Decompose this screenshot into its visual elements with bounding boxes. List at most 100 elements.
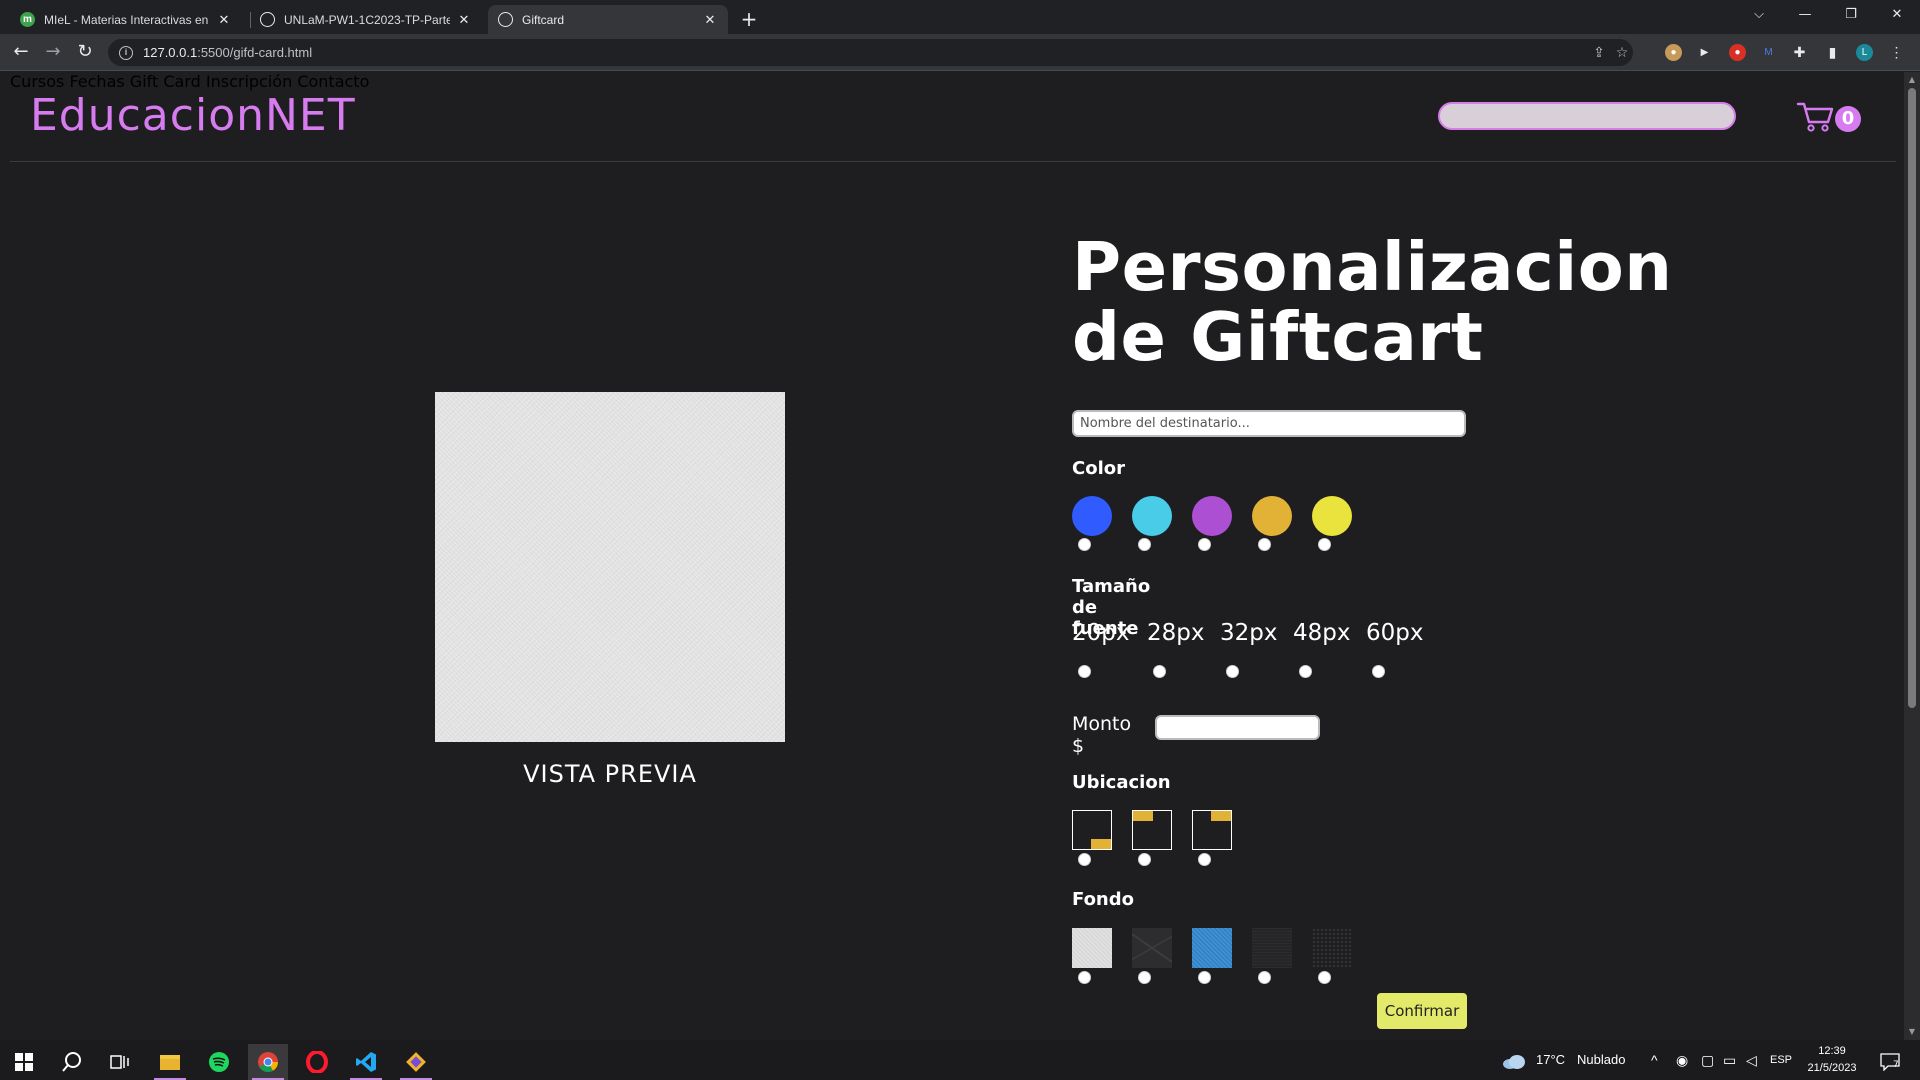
- nav-link-gift-card[interactable]: Gift Card: [130, 72, 201, 91]
- scrollbar-thumb[interactable]: [1908, 88, 1916, 708]
- color-radio-yellow[interactable]: [1318, 538, 1331, 551]
- amount-input[interactable]: [1155, 715, 1320, 740]
- color-swatch-blue[interactable]: [1072, 496, 1112, 536]
- close-tab-icon[interactable]: ✕: [216, 12, 232, 28]
- volume-icon[interactable]: ◁: [1746, 1040, 1757, 1080]
- extension-play-icon[interactable]: ▶: [1696, 44, 1713, 61]
- background-option-dark-lines[interactable]: [1132, 928, 1172, 968]
- browser-toolbar: ← → ↻ i 127.0.0.1:5500/gifd-card.html ⇪ …: [0, 34, 1920, 71]
- close-window-button[interactable]: ✕: [1874, 0, 1920, 30]
- minimize-button[interactable]: —: [1782, 0, 1828, 30]
- background-radio-blue[interactable]: [1198, 971, 1211, 984]
- chrome-icon[interactable]: [248, 1044, 288, 1080]
- vscode-icon[interactable]: [346, 1044, 386, 1080]
- color-radio-blue[interactable]: [1078, 538, 1091, 551]
- bookmark-star-icon[interactable]: ☆: [1614, 45, 1630, 61]
- weather-description[interactable]: Nublado: [1577, 1040, 1625, 1080]
- weather-temperature[interactable]: 17°C: [1536, 1040, 1565, 1080]
- background-radio-light-gray[interactable]: [1078, 971, 1091, 984]
- site-logo[interactable]: EducacionNET: [30, 90, 356, 141]
- color-swatch-purple[interactable]: [1192, 496, 1232, 536]
- task-view-icon[interactable]: [100, 1044, 140, 1080]
- side-panel-icon[interactable]: ▮: [1824, 44, 1841, 61]
- close-tab-icon[interactable]: ✕: [702, 12, 718, 28]
- background-radio-dots[interactable]: [1318, 971, 1331, 984]
- windows-start-icon[interactable]: [4, 1044, 44, 1080]
- font-size-radio-48[interactable]: [1299, 665, 1312, 678]
- background-option-dark[interactable]: [1252, 928, 1292, 968]
- location-option-bottom-right[interactable]: [1072, 810, 1112, 850]
- opera-icon[interactable]: [297, 1044, 337, 1080]
- background-radio-dark-lines[interactable]: [1138, 971, 1151, 984]
- close-tab-icon[interactable]: ✕: [456, 12, 472, 28]
- font-size-radio-60[interactable]: [1372, 665, 1385, 678]
- forward-icon[interactable]: →: [41, 40, 65, 64]
- color-swatch-cyan[interactable]: [1132, 496, 1172, 536]
- shopping-cart-icon[interactable]: [1796, 100, 1836, 134]
- url-text: 127.0.0.1:5500/gifd-card.html: [143, 45, 313, 60]
- system-clock[interactable]: 12:39 21/5/2023: [1807, 1043, 1857, 1077]
- nav-link-inscripcion[interactable]: Inscripción: [206, 72, 292, 91]
- meet-now-icon[interactable]: ▢: [1701, 1040, 1714, 1080]
- chevron-up-icon[interactable]: ^: [1651, 1040, 1658, 1080]
- background-option-light-gray[interactable]: [1072, 928, 1112, 968]
- background-option-blue[interactable]: [1192, 928, 1232, 968]
- location-option-top-left[interactable]: [1132, 810, 1172, 850]
- location-radio-top-right[interactable]: [1198, 853, 1211, 866]
- font-size-radio-32[interactable]: [1226, 665, 1239, 678]
- extension-cookie-icon[interactable]: ●: [1665, 44, 1682, 61]
- font-size-radio-20[interactable]: [1078, 665, 1091, 678]
- extensions-puzzle-icon[interactable]: ✚: [1791, 44, 1808, 61]
- language-indicator[interactable]: ESP: [1770, 1040, 1792, 1080]
- amount-label: Monto $: [1072, 713, 1132, 757]
- site-info-icon[interactable]: i: [119, 45, 133, 60]
- nav-link-cursos[interactable]: Cursos: [10, 72, 64, 91]
- page-scrollbar[interactable]: ▲ ▼: [1904, 72, 1920, 1040]
- browser-tab-unlam[interactable]: UNLaM-PW1-1C2023-TP-Parte1 ✕: [250, 5, 482, 34]
- menu-kebab-icon[interactable]: ⋮: [1888, 44, 1905, 61]
- file-explorer-icon[interactable]: [150, 1044, 190, 1080]
- background-radio-dark[interactable]: [1258, 971, 1271, 984]
- restore-button[interactable]: ❐: [1828, 0, 1874, 30]
- tab-search-icon[interactable]: ⌵: [1736, 0, 1782, 30]
- color-swatch-yellow[interactable]: [1312, 496, 1352, 536]
- profile-avatar[interactable]: L: [1856, 44, 1873, 61]
- search-icon[interactable]: [52, 1044, 92, 1080]
- reload-icon[interactable]: ↻: [73, 40, 97, 64]
- extension-red-icon[interactable]: ●: [1729, 44, 1746, 61]
- share-icon[interactable]: ⇪: [1591, 45, 1607, 61]
- git-kraken-icon[interactable]: [396, 1044, 436, 1080]
- nav-link-contacto[interactable]: Contacto: [297, 72, 369, 91]
- clock-time: 12:39: [1818, 1045, 1846, 1057]
- color-swatch-orange[interactable]: [1252, 496, 1292, 536]
- notifications-icon[interactable]: 7: [1870, 1044, 1910, 1080]
- record-icon[interactable]: ◉: [1676, 1040, 1688, 1080]
- location-radio-bottom-right[interactable]: [1078, 853, 1091, 866]
- back-icon[interactable]: ←: [9, 40, 33, 64]
- nav-link-fechas[interactable]: Fechas: [69, 72, 124, 91]
- spotify-icon[interactable]: [199, 1044, 239, 1080]
- network-icon[interactable]: ▭: [1723, 1040, 1736, 1080]
- color-radio-purple[interactable]: [1198, 538, 1211, 551]
- location-radio-top-left[interactable]: [1138, 853, 1151, 866]
- confirm-button[interactable]: Confirmar: [1377, 993, 1467, 1029]
- address-bar[interactable]: i 127.0.0.1:5500/gifd-card.html ⇪ ☆: [108, 39, 1633, 66]
- location-marker: [1091, 839, 1111, 849]
- miel-icon: m: [20, 12, 35, 27]
- color-radio-cyan[interactable]: [1138, 538, 1151, 551]
- clock-date: 21/5/2023: [1807, 1062, 1857, 1074]
- browser-tab-giftcard[interactable]: Giftcard ✕: [488, 5, 728, 34]
- recipient-name-input[interactable]: [1072, 410, 1466, 437]
- cloud-weather-icon[interactable]: [1498, 1044, 1530, 1080]
- font-size-radio-28[interactable]: [1153, 665, 1166, 678]
- color-radio-orange[interactable]: [1258, 538, 1271, 551]
- location-option-top-right[interactable]: [1192, 810, 1232, 850]
- new-tab-button[interactable]: +: [736, 6, 762, 32]
- background-option-dots[interactable]: [1312, 928, 1352, 968]
- browser-tab-miel[interactable]: m MIeL - Materias Interactivas en Lí ✕: [10, 5, 242, 34]
- scroll-up-icon[interactable]: ▲: [1907, 75, 1917, 85]
- scroll-down-icon[interactable]: ▼: [1907, 1027, 1917, 1037]
- extension-m-icon[interactable]: M: [1760, 44, 1777, 61]
- search-input[interactable]: [1438, 102, 1736, 130]
- font-size-label: 32px: [1220, 620, 1278, 646]
